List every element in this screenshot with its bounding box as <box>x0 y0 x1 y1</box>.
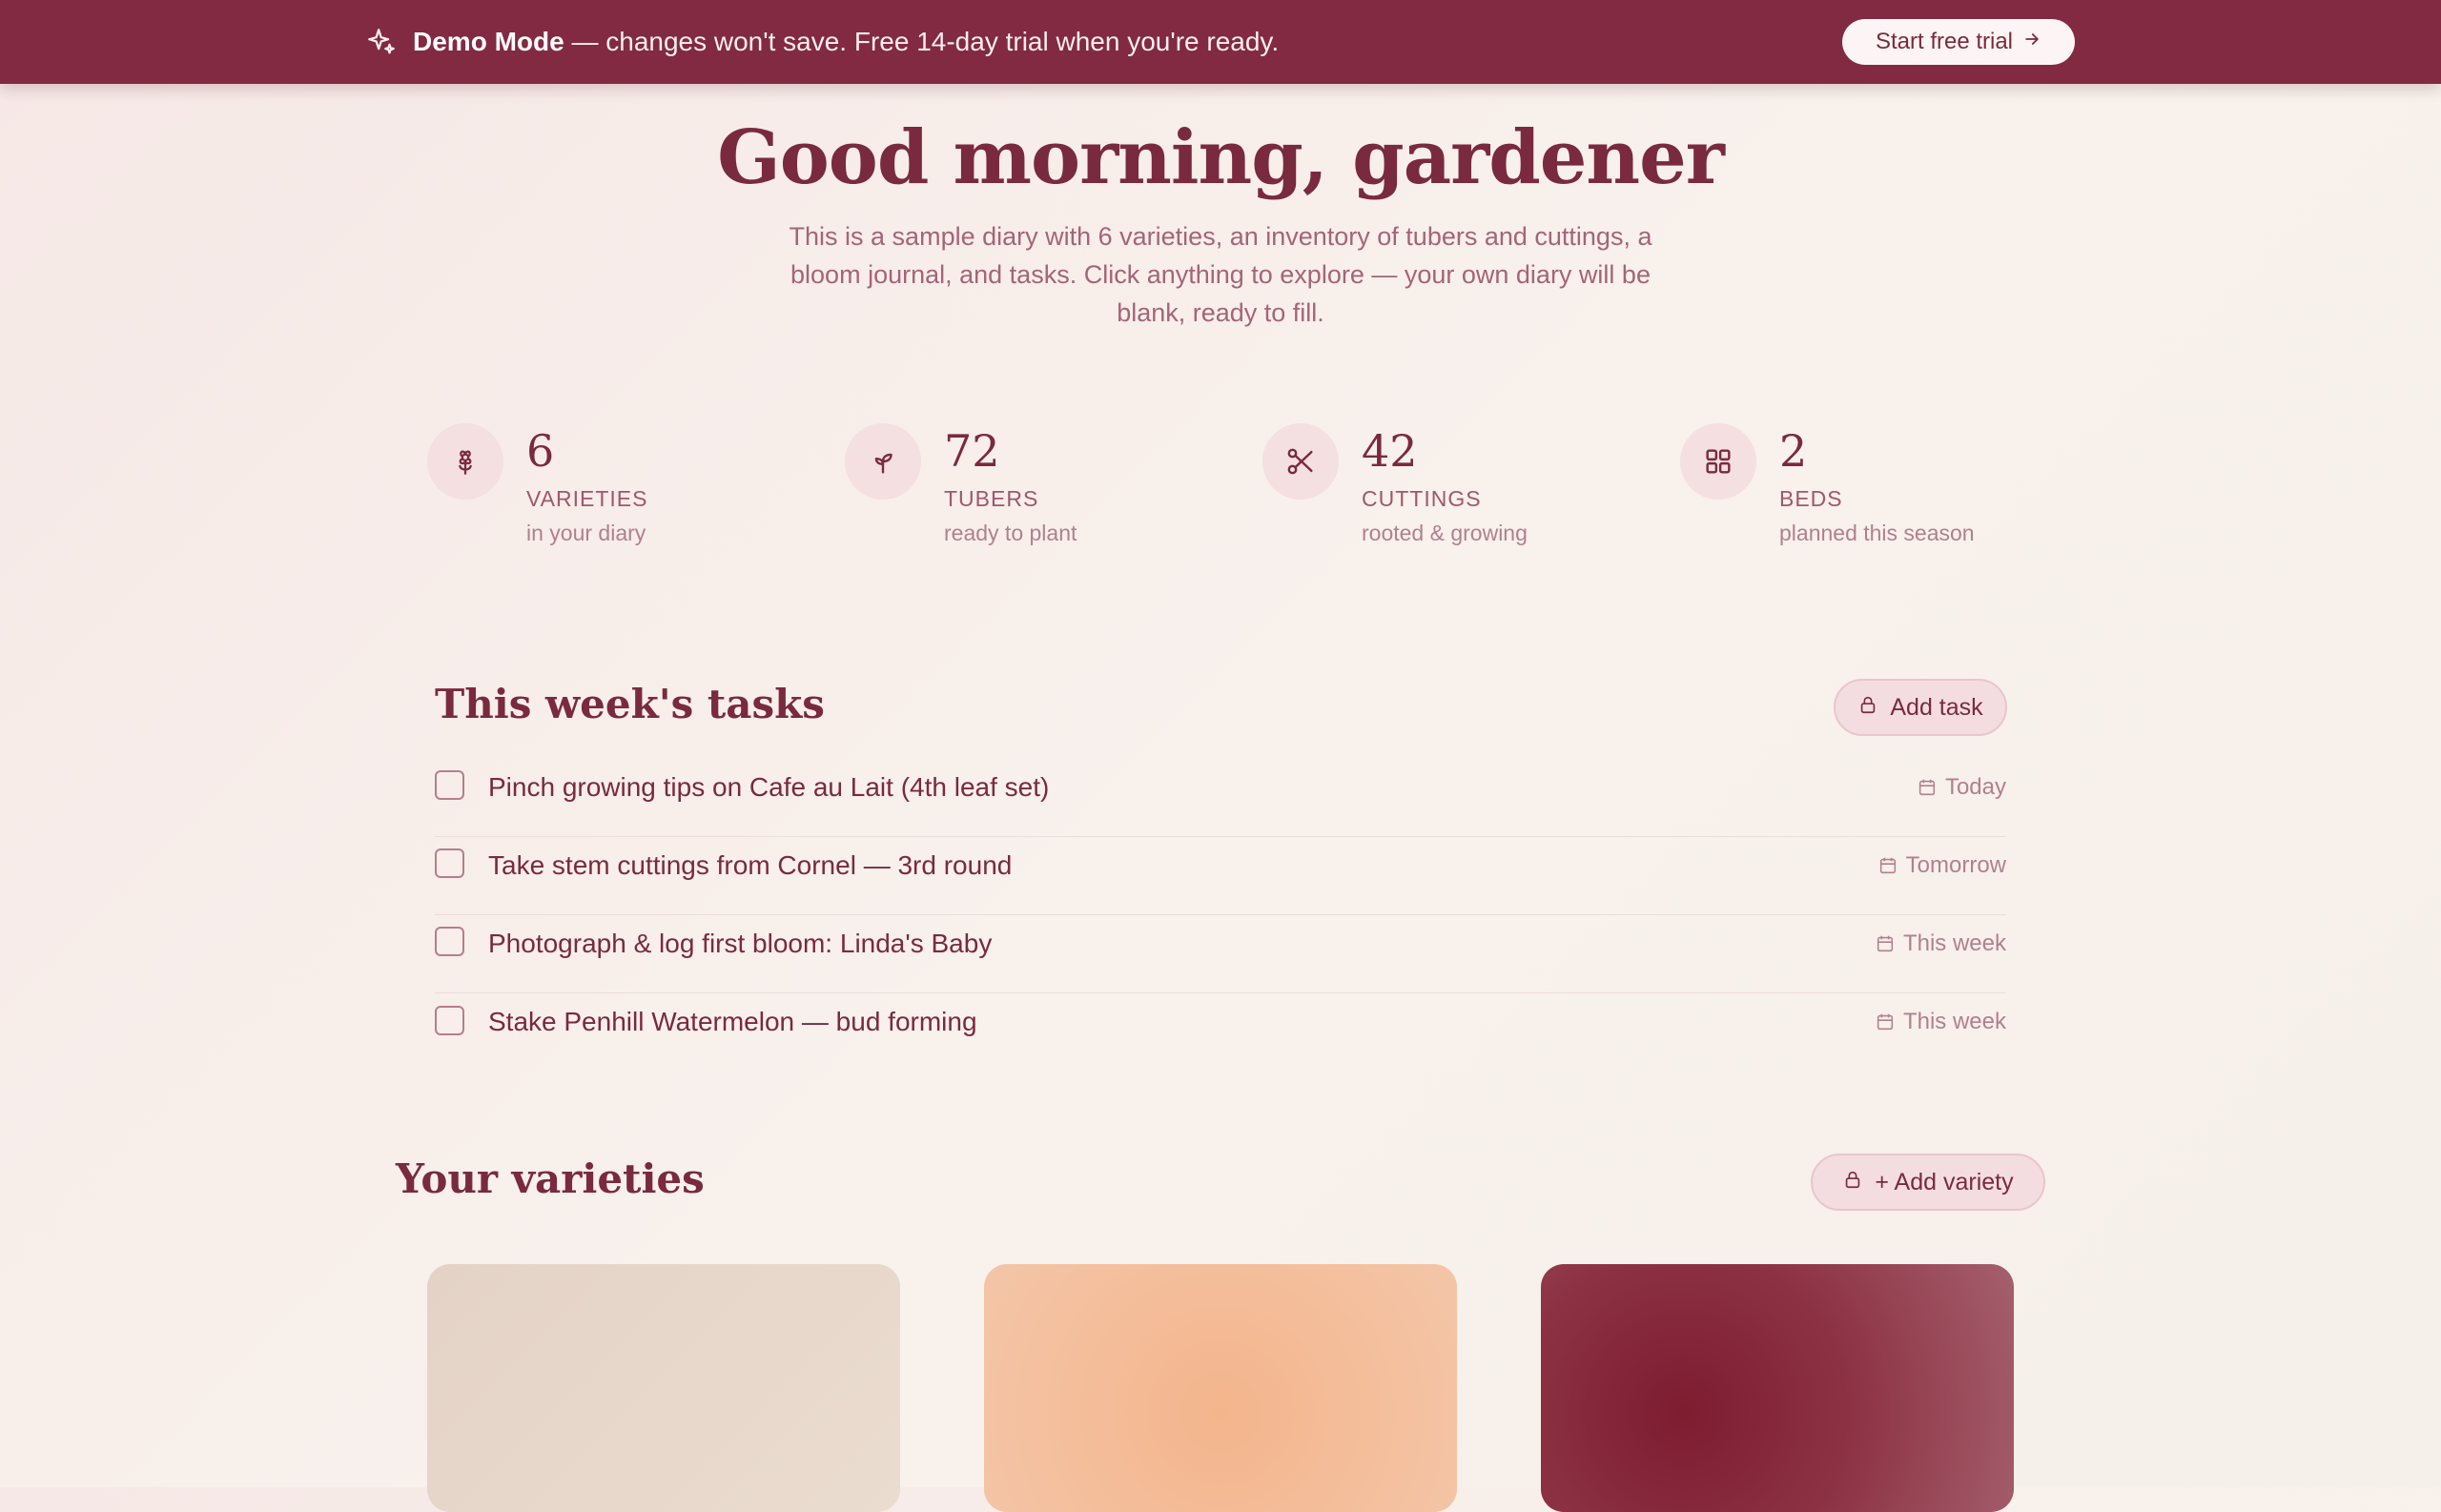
start-free-trial-button[interactable]: Start free trial <box>1842 19 2075 65</box>
task-due-label: Tomorrow <box>1905 852 2006 878</box>
stat-description: planned this season <box>1779 521 1975 545</box>
grid-icon <box>1680 423 1756 500</box>
stat-value: 6 <box>526 425 555 477</box>
add-variety-button[interactable]: + Add variety <box>1811 1154 2045 1211</box>
task-text: Take stem cuttings from Cornel — 3rd rou… <box>488 850 1013 880</box>
task-row: Pinch growing tips on Cafe au Lait (4th … <box>435 759 2006 837</box>
stat-label: VARIETIES <box>526 486 648 511</box>
sparkle-icon <box>365 26 398 58</box>
demo-banner-text: — changes won't save. Free 14-day trial … <box>571 27 1280 56</box>
flower-icon <box>427 423 503 500</box>
calendar-icon <box>1918 779 1936 796</box>
scissors-icon <box>1262 423 1339 500</box>
stat-value: 72 <box>944 425 1000 477</box>
varieties-section-title: Your varieties <box>396 1155 705 1202</box>
sprout-icon <box>845 423 921 500</box>
task-checkbox[interactable] <box>435 1005 464 1035</box>
task-due: Today <box>1917 774 2006 801</box>
stat-value: 42 <box>1362 425 1418 477</box>
task-text: Pinch growing tips on Cafe au Lait (4th … <box>488 772 1050 802</box>
tasks-section-title: This week's tasks <box>435 681 825 727</box>
stat-label: TUBERS <box>944 486 1039 511</box>
lock-icon <box>1842 1169 1863 1196</box>
demo-banner: Demo Mode — changes won't save. Free 14-… <box>0 0 2441 84</box>
task-due-label: This week <box>1902 1009 2006 1034</box>
stat-label: CUTTINGS <box>1362 486 1482 511</box>
calendar-icon <box>1879 857 1896 874</box>
lock-icon <box>1857 694 1878 722</box>
start-free-trial-label: Start free trial <box>1875 29 2014 54</box>
add-task-button[interactable]: Add task <box>1834 679 2007 736</box>
stat-label: BEDS <box>1779 486 1843 511</box>
task-checkbox[interactable] <box>435 848 464 878</box>
arrow-right-icon <box>2022 29 2041 55</box>
stat-description: in your diary <box>526 521 646 545</box>
calendar-icon <box>1877 935 1894 952</box>
variety-card[interactable] <box>427 1264 900 1512</box>
add-task-label: Add task <box>1890 693 1983 721</box>
calendar-icon <box>1877 1013 1894 1031</box>
task-checkbox[interactable] <box>435 770 464 800</box>
stats-row: 6 VARIETIES in your diary 72 TUBERS read… <box>0 423 2441 566</box>
task-due: This week <box>1875 930 2006 957</box>
stat-description: ready to plant <box>944 521 1077 545</box>
task-row: Take stem cuttings from Cornel — 3rd rou… <box>435 837 2006 915</box>
task-row: Photograph & log first bloom: Linda's Ba… <box>435 915 2006 993</box>
task-list: Pinch growing tips on Cafe au Lait (4th … <box>435 759 2006 1072</box>
demo-mode-label: Demo Mode <box>413 27 564 56</box>
variety-card[interactable] <box>984 1264 1457 1512</box>
task-text: Stake Penhill Watermelon — bud forming <box>488 1007 977 1036</box>
stat-description: rooted & growing <box>1362 521 1528 545</box>
add-variety-label: + Add variety <box>1875 1168 2014 1195</box>
variety-card[interactable] <box>1541 1264 2014 1512</box>
page-title: Good morning, gardener <box>717 114 1725 201</box>
page-subtitle: This is a sample diary with 6 varieties,… <box>789 222 1652 327</box>
task-checkbox[interactable] <box>435 927 464 956</box>
demo-banner-message: Demo Mode — changes won't save. Free 14-… <box>365 0 1279 84</box>
stat-value: 2 <box>1779 425 1808 477</box>
task-text: Photograph & log first bloom: Linda's Ba… <box>488 929 993 958</box>
task-due: This week <box>1875 1009 2006 1035</box>
task-due: Tomorrow <box>1877 852 2006 879</box>
task-row: Stake Penhill Watermelon — bud forming T… <box>435 993 2006 1072</box>
task-due-label: This week <box>1902 930 2006 956</box>
task-due-label: Today <box>1944 774 2006 800</box>
